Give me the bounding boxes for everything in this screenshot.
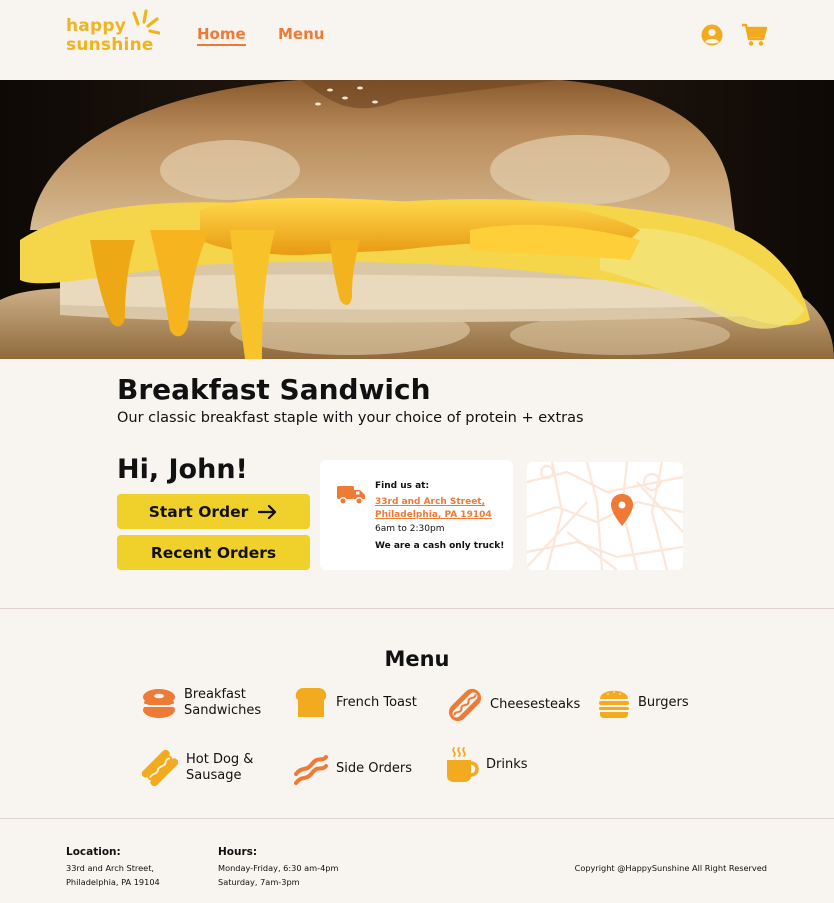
toast-icon [295, 688, 327, 717]
address-link[interactable]: 33rd and Arch Street, Philadelphia, PA 1… [375, 496, 505, 522]
menu-heading: Menu [384, 647, 450, 671]
menu-item-side-orders[interactable]: Side Orders [294, 752, 412, 786]
address-line-2: Philadelphia, PA 19104 [375, 510, 492, 520]
menu-item-hot-dog-sausage[interactable]: Hot Dog & Sausage [142, 750, 253, 786]
menu-item-french-toast[interactable]: French Toast [294, 686, 417, 720]
bacon-icon [294, 755, 328, 785]
address-line-1: 33rd and Arch Street, [375, 497, 486, 507]
sun-icon [132, 9, 160, 35]
hotdog-icon [142, 750, 178, 786]
menu-item-cheesesteaks[interactable]: Cheesesteaks [446, 686, 580, 724]
page-title: Breakfast Sandwich [117, 373, 431, 406]
footer-location-text: 33rd and Arch Street, Philadelphia, PA 1… [66, 863, 160, 887]
cash-only-note: We are a cash only truck! [375, 541, 505, 551]
menu-item-breakfast-sandwiches[interactable]: Breakfast Sandwiches [142, 686, 261, 720]
truck-hours: 6am to 2:30pm [375, 524, 445, 534]
nav-home-link[interactable]: Home [197, 25, 246, 46]
footer-hours-heading: Hours: [218, 846, 258, 858]
location-card: Find us at: 33rd and Arch Street, Philad… [320, 460, 513, 570]
breakfast-sandwich-image [0, 80, 834, 359]
recent-orders-button[interactable]: Recent Orders [117, 535, 310, 570]
burger-icon [599, 690, 629, 718]
cheesesteak-icon [448, 688, 482, 722]
logo[interactable]: happy sunshine [66, 9, 162, 59]
bagel-icon [142, 689, 176, 718]
menu-item-label: Cheesesteaks [490, 697, 581, 712]
account-icon[interactable] [700, 23, 724, 47]
page-subtitle: Our classic breakfast staple with your c… [117, 410, 584, 426]
menu-item-burgers[interactable]: Burgers [598, 686, 689, 720]
footer-hours-text: Monday-Friday, 6:30 am-4pm Saturday, 7am… [218, 863, 339, 887]
menu-item-label: Burgers [638, 695, 689, 710]
user-greeting: Hi, John! [117, 454, 248, 485]
find-us-label: Find us at: [375, 481, 430, 491]
map-image [527, 462, 683, 570]
truck-icon [337, 486, 365, 505]
menu-item-label: Drinks [486, 757, 528, 772]
site-header: happy sunshine Home Menu [0, 0, 834, 80]
cart-icon[interactable] [741, 23, 767, 47]
recent-orders-label: Recent Orders [150, 543, 277, 562]
nav-menu-link[interactable]: Menu [278, 25, 324, 43]
footer-divider [0, 818, 834, 819]
menu-item-label: French Toast [336, 695, 417, 710]
hero-image [0, 80, 834, 359]
coffee-icon [447, 747, 479, 782]
footer-copyright: Copyright @HappySunshine All Right Reser… [574, 863, 767, 873]
location-map[interactable] [527, 462, 683, 570]
start-order-label: Start Order [148, 502, 249, 521]
section-divider [0, 608, 834, 609]
menu-item-drinks[interactable]: Drinks [446, 746, 528, 784]
start-order-button[interactable]: Start Order [117, 494, 310, 529]
menu-item-label: Breakfast Sandwiches [184, 687, 262, 718]
arrow-right-icon [258, 504, 277, 519]
menu-item-label: Side Orders [336, 761, 412, 776]
footer-location-heading: Location: [66, 846, 121, 858]
menu-item-label: Hot Dog & Sausage [186, 752, 254, 783]
